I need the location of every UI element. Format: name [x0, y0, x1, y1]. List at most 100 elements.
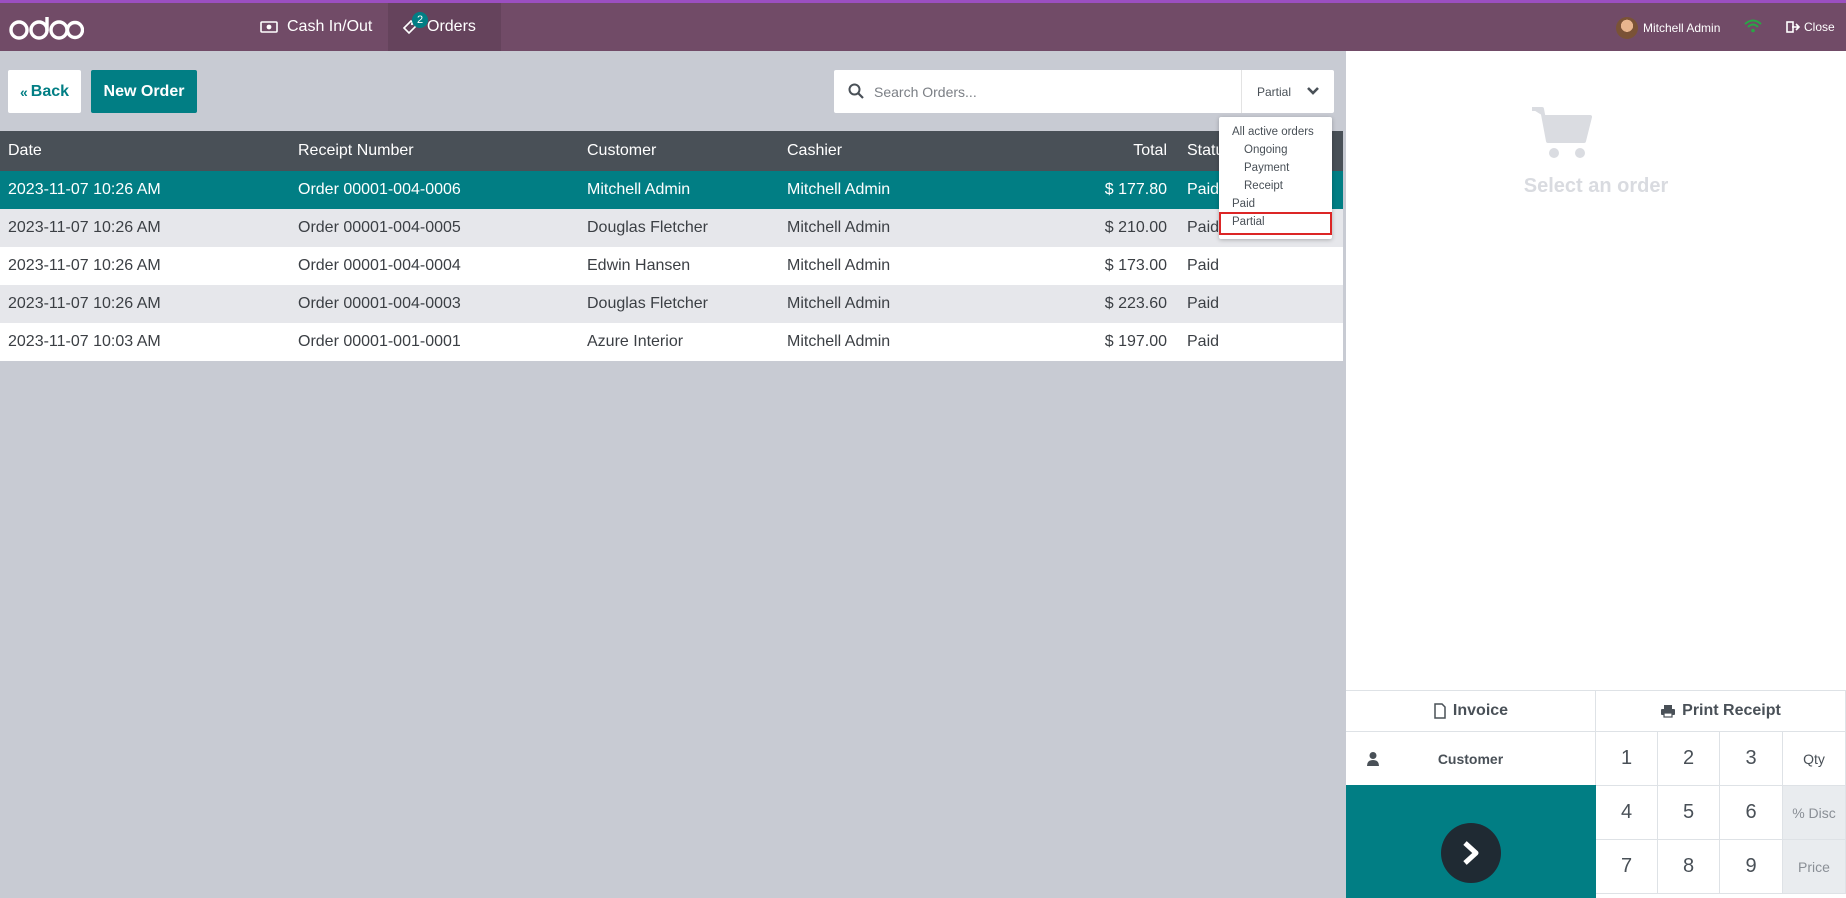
row-cashier: Mitchell Admin [787, 257, 891, 274]
row-total: $ 210.00 [1104, 219, 1167, 236]
search-input[interactable] [874, 70, 1244, 113]
row-customer: Douglas Fletcher [587, 295, 708, 312]
chevron-right-icon [1441, 823, 1501, 883]
key-6[interactable]: 6 [1720, 786, 1783, 840]
row-cashier: Mitchell Admin [787, 219, 891, 236]
refund-button[interactable] [1346, 785, 1596, 898]
row-total: $ 173.00 [1104, 257, 1167, 274]
user-icon [1367, 752, 1379, 766]
row-customer: Azure Interior [587, 333, 684, 350]
wifi-icon [1744, 19, 1762, 38]
row-cashier: Mitchell Admin [787, 333, 891, 350]
header-customer: Customer [587, 142, 657, 159]
row-status: Paid [1187, 181, 1220, 198]
filter-option-payment[interactable]: Payment [1244, 162, 1289, 174]
key-1[interactable]: 1 [1596, 732, 1658, 786]
key-price[interactable]: Price [1783, 840, 1846, 894]
row-date: 2023-11-07 10:26 AM [8, 295, 161, 312]
key-7[interactable]: 7 [1596, 840, 1658, 894]
row-customer: Douglas Fletcher [587, 219, 708, 236]
row-receipt: Order 00001-004-0004 [298, 257, 461, 274]
odoo-logo [8, 12, 84, 44]
table-row[interactable]: 2023-11-07 10:26 AM Order 00001-004-0005… [0, 209, 1343, 247]
user-menu[interactable]: Mitchell Admin [1616, 17, 1720, 39]
table-row[interactable]: 2023-11-07 10:26 AM Order 00001-004-0004… [0, 247, 1343, 285]
table-row[interactable]: 2023-11-07 10:26 AM Order 00001-004-0003… [0, 285, 1343, 323]
back-button[interactable]: « Back [8, 70, 81, 113]
orders-count-badge: 2 [412, 12, 429, 28]
filter-dropdown[interactable]: Partial [1241, 70, 1334, 113]
search-bar: Partial [834, 70, 1334, 113]
filter-menu: All active orders Ongoing Payment Receip… [1219, 117, 1332, 239]
row-customer: Mitchell Admin [587, 181, 691, 198]
row-status: Paid [1187, 219, 1220, 236]
cash-in-out-label: Cash In/Out [287, 18, 373, 35]
header-date: Date [8, 142, 42, 159]
row-date: 2023-11-07 10:26 AM [8, 219, 161, 236]
filter-option-receipt[interactable]: Receipt [1244, 180, 1283, 192]
money-icon [260, 20, 278, 34]
filter-option-all-active[interactable]: All active orders [1232, 126, 1314, 138]
key-discount[interactable]: % Disc [1783, 786, 1846, 840]
close-button[interactable]: Close [1786, 20, 1835, 34]
row-cashier: Mitchell Admin [787, 181, 891, 198]
invoice-button[interactable]: Invoice [1346, 691, 1596, 732]
highlight-box [1219, 212, 1332, 235]
printer-icon [1661, 705, 1676, 718]
print-receipt-button[interactable]: Print Receipt [1596, 691, 1846, 732]
close-label: Close [1804, 20, 1835, 34]
search-icon [848, 83, 864, 104]
chevron-down-icon [1307, 87, 1319, 95]
avatar [1616, 17, 1638, 39]
table-header: Date Receipt Number Customer Cashier Tot… [0, 131, 1343, 171]
filter-value: Partial [1257, 84, 1292, 99]
pdf-icon [1434, 703, 1446, 719]
user-name: Mitchell Admin [1643, 21, 1721, 35]
orders-table: Date Receipt Number Customer Cashier Tot… [0, 131, 1343, 361]
print-receipt-label: Print Receipt [1682, 702, 1781, 719]
row-receipt: Order 00001-004-0006 [298, 181, 461, 198]
filter-option-paid[interactable]: Paid [1232, 198, 1255, 210]
filter-option-ongoing[interactable]: Ongoing [1244, 144, 1287, 156]
empty-state-text: Select an order [1523, 175, 1669, 197]
row-status: Paid [1187, 257, 1220, 274]
top-navbar: Cash In/Out 2 Orders Mitchell Admin Clos… [0, 0, 1846, 51]
customer-label: Customer [1437, 750, 1504, 767]
row-date: 2023-11-07 10:26 AM [8, 181, 161, 198]
key-2[interactable]: 2 [1658, 732, 1720, 786]
key-8[interactable]: 8 [1658, 840, 1720, 894]
row-receipt: Order 00001-004-0003 [298, 295, 461, 312]
row-total: $ 177.80 [1104, 181, 1167, 198]
key-qty[interactable]: Qty [1783, 732, 1846, 786]
key-3[interactable]: 3 [1720, 732, 1783, 786]
orders-panel: « Back New Order Partial Date Receipt Nu… [0, 51, 1344, 898]
orders-label: Orders [427, 18, 476, 35]
row-status: Paid [1187, 333, 1220, 350]
double-chevron-left-icon: « [19, 83, 28, 100]
shopping-cart-icon [1530, 105, 1594, 166]
row-cashier: Mitchell Admin [787, 295, 891, 312]
new-order-label: New Order [103, 82, 185, 100]
table-row[interactable]: 2023-11-07 10:26 AM Order 00001-004-0006… [0, 171, 1343, 209]
row-customer: Edwin Hansen [587, 257, 691, 274]
header-cashier: Cashier [787, 142, 843, 159]
key-5[interactable]: 5 [1658, 786, 1720, 840]
header-total: Total [1133, 142, 1167, 159]
header-receipt: Receipt Number [298, 142, 414, 159]
back-label: Back [30, 82, 70, 100]
row-status: Paid [1187, 295, 1220, 312]
customer-button[interactable]: Customer [1346, 732, 1596, 786]
invoice-label: Invoice [1452, 702, 1509, 719]
key-9[interactable]: 9 [1720, 840, 1783, 894]
row-date: 2023-11-07 10:26 AM [8, 257, 161, 274]
orders-button[interactable]: 2 Orders [388, 3, 501, 51]
row-total: $ 197.00 [1104, 333, 1167, 350]
row-total: $ 223.60 [1104, 295, 1167, 312]
row-receipt: Order 00001-004-0005 [298, 219, 461, 236]
cash-in-out-button[interactable]: Cash In/Out [248, 3, 384, 51]
table-row[interactable]: 2023-11-07 10:03 AM Order 00001-001-0001… [0, 323, 1343, 361]
key-4[interactable]: 4 [1596, 786, 1658, 840]
new-order-button[interactable]: New Order [91, 70, 197, 113]
sign-out-icon [1786, 21, 1800, 33]
row-receipt: Order 00001-001-0001 [298, 333, 461, 350]
